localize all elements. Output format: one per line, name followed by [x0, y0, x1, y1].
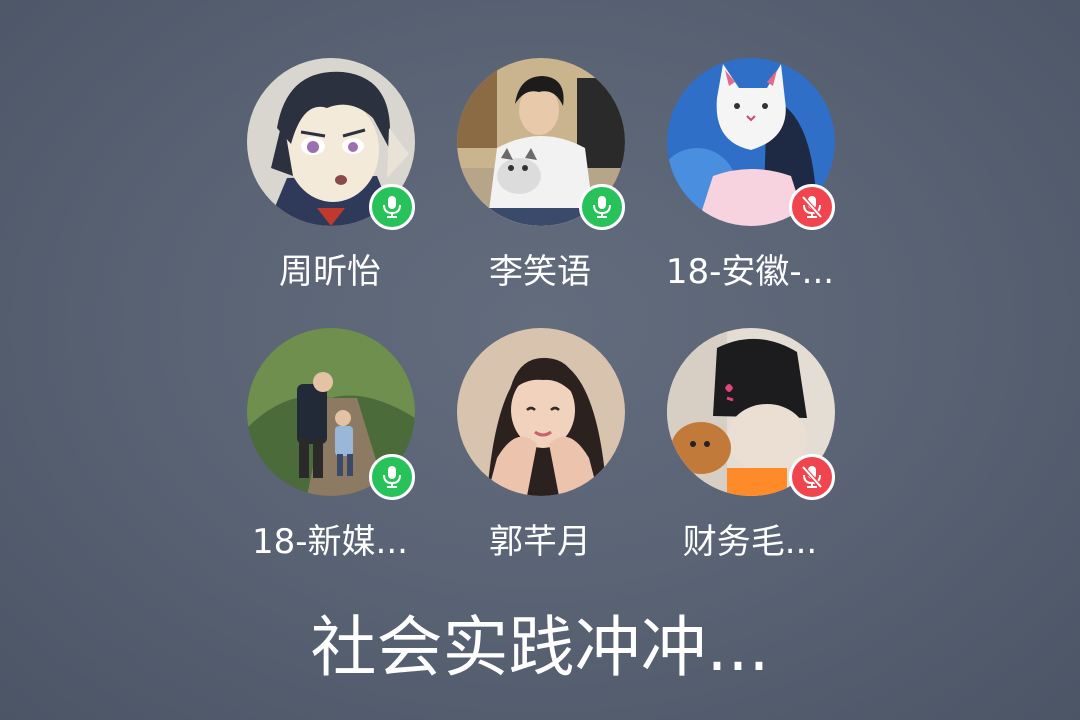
girl-selfie-avatar-icon — [457, 328, 625, 496]
participant-tile[interactable]: 财务毛... — [645, 328, 855, 598]
participant-tile[interactable]: 18-新媒... — [225, 328, 435, 598]
participant-name: 18-新媒... — [252, 522, 408, 562]
participant-name: 李笑语 — [489, 252, 591, 292]
participant-name: 郭芊月 — [489, 522, 591, 562]
participant-tile[interactable]: 郭芊月 — [435, 328, 645, 598]
microphone-muted-icon[interactable] — [789, 454, 835, 500]
microphone-on-icon[interactable] — [579, 184, 625, 230]
call-participants-grid: 周昕怡 李笑语 18-安徽-... 18-新媒... 郭芊月 财务毛... — [225, 58, 855, 598]
room-title: 社会实践冲冲... — [310, 609, 770, 686]
participant-name: 周昕怡 — [279, 252, 381, 292]
participant-name: 财务毛... — [682, 522, 818, 562]
participant-name: 18-安徽-... — [665, 252, 835, 292]
microphone-muted-icon[interactable] — [789, 184, 835, 230]
participant-tile[interactable]: 周昕怡 — [225, 58, 435, 328]
participant-tile[interactable]: 李笑语 — [435, 58, 645, 328]
participant-tile[interactable]: 18-安徽-... — [645, 58, 855, 328]
microphone-on-icon[interactable] — [369, 454, 415, 500]
microphone-on-icon[interactable] — [369, 184, 415, 230]
